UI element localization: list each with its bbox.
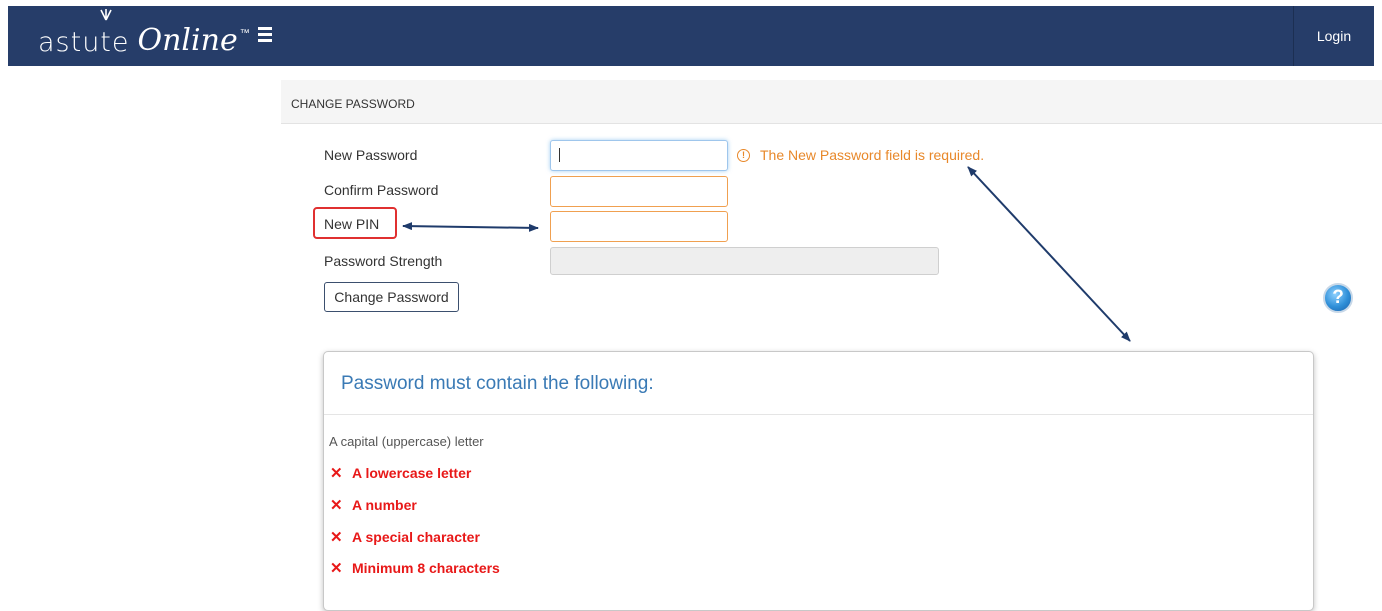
logo-word-online: Online (137, 23, 238, 58)
password-strength-label: Password Strength (324, 253, 443, 269)
requirement-unmet: ✕ A number (330, 496, 417, 514)
new-password-label: New Password (324, 147, 418, 163)
new-pin-label-highlight (313, 207, 397, 239)
text-caret (559, 148, 560, 162)
requirement-unmet: ✕ A special character (330, 528, 480, 546)
requirements-title: Password must contain the following: (341, 373, 654, 394)
requirement-text: A lowercase letter (352, 465, 472, 481)
password-strength-meter (550, 247, 939, 275)
requirement-unmet: ✕ Minimum 8 characters (330, 559, 500, 577)
new-password-error: ! The New Password field is required. (737, 147, 984, 163)
password-requirements-panel: Password must contain the following: A c… (323, 351, 1314, 611)
requirement-text: A special character (352, 529, 480, 545)
error-message-text: The New Password field is required. (760, 147, 985, 163)
hamburger-icon[interactable] (258, 27, 272, 42)
requirement-text: Minimum 8 characters (352, 560, 500, 576)
confirm-password-label: Confirm Password (324, 182, 439, 198)
x-icon: ✕ (330, 497, 343, 514)
leaf-icon (100, 9, 112, 21)
requirement-met: A capital (uppercase) letter (329, 434, 484, 449)
logo-word-astute: astute (38, 27, 130, 58)
divider (324, 414, 1313, 415)
login-button[interactable]: Login (1293, 6, 1374, 66)
logo-trademark: ™ (239, 28, 250, 39)
x-icon: ✕ (330, 465, 343, 482)
page-title: CHANGE PASSWORD (281, 80, 1382, 124)
requirement-text: A capital (uppercase) letter (329, 434, 484, 449)
change-password-button[interactable]: Change Password (324, 282, 459, 312)
warning-icon: ! (737, 148, 750, 162)
new-password-input[interactable] (550, 140, 728, 171)
error-arrow (967, 166, 1131, 342)
pin-arrow (402, 222, 539, 232)
help-icon[interactable]: ? (1323, 283, 1353, 313)
top-navbar: astute Online ™ Login (8, 6, 1374, 66)
requirement-unmet: ✕ A lowercase letter (330, 464, 471, 482)
new-pin-input[interactable] (550, 211, 728, 242)
x-icon: ✕ (330, 529, 343, 546)
astute-online-logo[interactable]: astute Online ™ (38, 9, 250, 58)
confirm-password-input[interactable] (550, 176, 728, 207)
requirement-text: A number (352, 497, 417, 513)
x-icon: ✕ (330, 560, 343, 577)
